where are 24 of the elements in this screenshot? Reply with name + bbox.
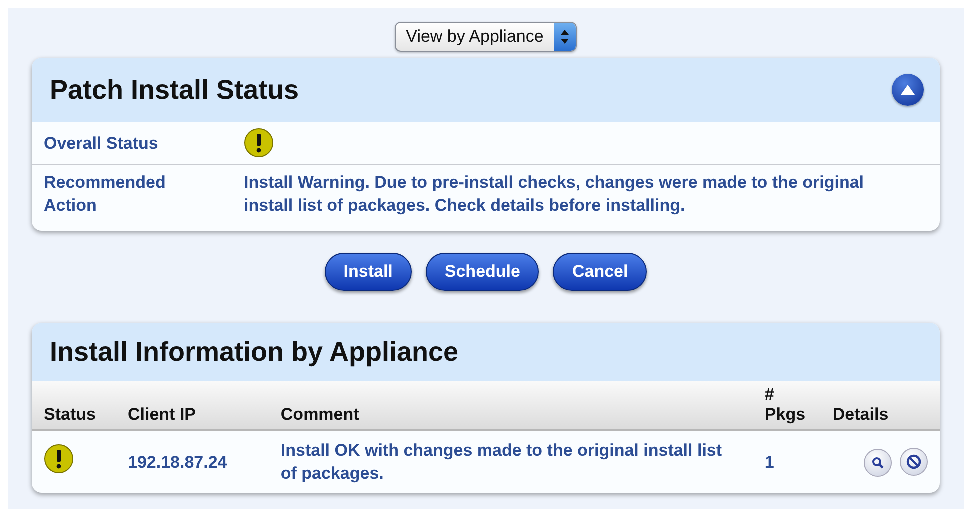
action-button[interactable]: Cancel xyxy=(553,253,648,291)
collapse-button[interactable] xyxy=(892,74,924,106)
field-value: Install Warning. Due to pre-install checks, changes were made to the original install list of packages. Check details before installing. xyxy=(244,172,866,217)
column-header: # Pkgs xyxy=(764,385,806,424)
column-header: Comment xyxy=(280,405,360,424)
search-button[interactable] xyxy=(864,448,892,476)
view-select[interactable]: View by Appliance xyxy=(395,22,577,52)
prohibited-icon xyxy=(906,454,922,470)
client-ip: 192.18.87.24 xyxy=(128,452,228,472)
action-button[interactable]: Install xyxy=(324,253,412,291)
panel-title: Install Information by Appliance xyxy=(50,336,459,368)
action-button[interactable]: Schedule xyxy=(426,253,540,291)
column-header: Client IP xyxy=(128,405,196,424)
panel-title: Patch Install Status xyxy=(50,74,300,106)
comment-text: Install OK with changes made to the original install list of packages. xyxy=(280,441,722,483)
field-label: Overall Status xyxy=(44,132,160,154)
stepper-arrows-icon xyxy=(554,23,576,51)
up-triangle-icon xyxy=(900,84,916,96)
column-header: Status xyxy=(44,405,96,424)
field-label: Recommended Action xyxy=(44,172,167,217)
column-header: Details xyxy=(832,405,889,424)
cancel-button[interactable] xyxy=(900,448,928,476)
package-count: 1 xyxy=(764,452,774,472)
search-icon xyxy=(871,456,885,470)
